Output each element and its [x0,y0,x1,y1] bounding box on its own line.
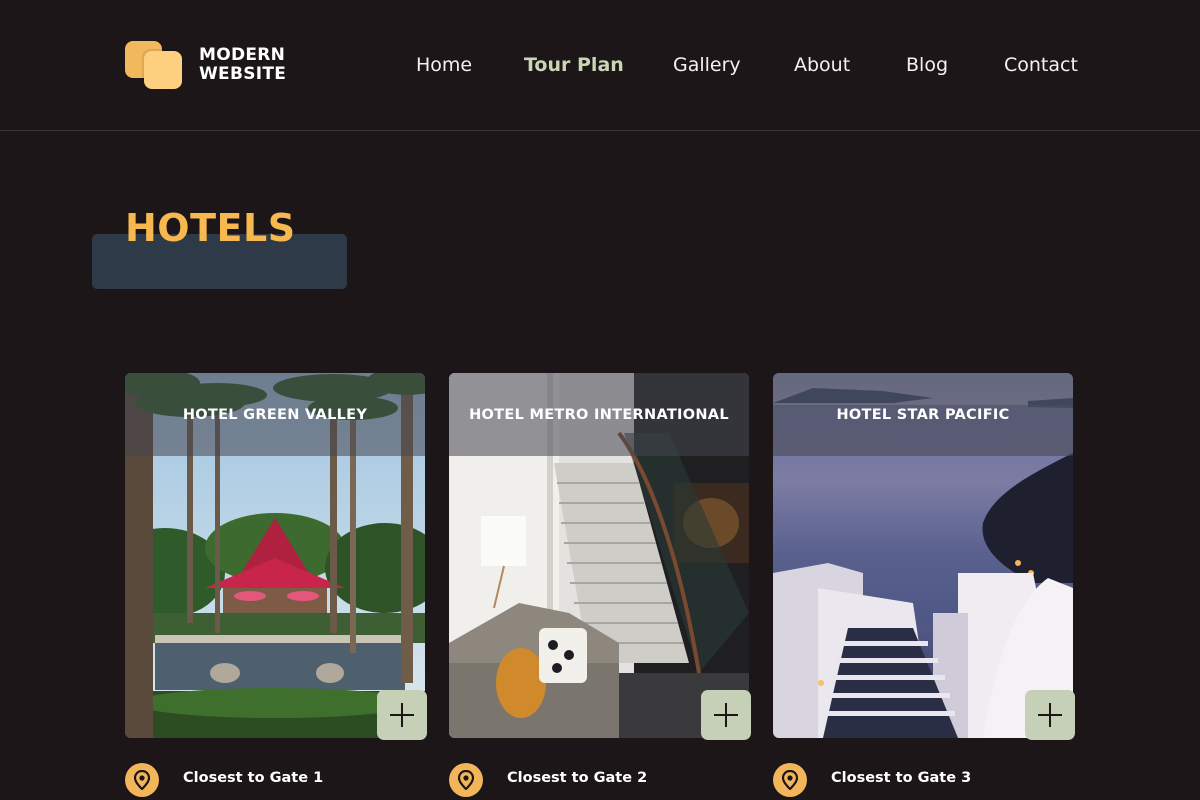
add-button[interactable] [701,690,751,740]
location-label: Closest to Gate 1 [183,770,324,786]
map-pin-icon [449,763,483,797]
section-title: HOTELS [125,206,296,250]
hotel-card[interactable]: HOTEL STAR PACIFIC [773,373,1075,740]
card-title-overlay: HOTEL METRO INTERNATIONAL [449,373,749,456]
map-pin-icon [125,763,159,797]
add-button[interactable] [1025,690,1075,740]
hotel-location: Closest to Gate 1 [125,763,425,797]
nav-tour-plan[interactable]: Tour Plan [524,52,624,78]
nav-gallery[interactable]: Gallery [673,52,741,78]
card-title-overlay: HOTEL GREEN VALLEY [125,373,425,456]
hotel-name: HOTEL GREEN VALLEY [182,407,368,423]
hotel-name: HOTEL STAR PACIFIC [836,407,1010,423]
add-button[interactable] [377,690,427,740]
hotel-card[interactable]: HOTEL GREEN VALLEY [125,373,427,740]
hotel-location: Closest to Gate 3 [773,763,1073,797]
nav-about[interactable]: About [794,52,850,78]
nav-home[interactable]: Home [416,52,472,78]
nav-blog[interactable]: Blog [906,52,948,78]
hotel-name: HOTEL METRO INTERNATIONAL [469,407,729,423]
location-label: Closest to Gate 2 [507,770,648,786]
map-pin-icon [773,763,807,797]
nav-contact[interactable]: Contact [1004,52,1078,78]
main-nav: Home Tour Plan Gallery About Blog Contac… [0,52,1200,78]
card-title-overlay: HOTEL STAR PACIFIC [773,373,1073,456]
hotel-card[interactable]: HOTEL METRO INTERNATIONAL [449,373,751,740]
location-label: Closest to Gate 3 [831,770,972,786]
site-header: MODERN WEBSITE Home Tour Plan Gallery Ab… [0,0,1200,131]
hotel-location: Closest to Gate 2 [449,763,749,797]
